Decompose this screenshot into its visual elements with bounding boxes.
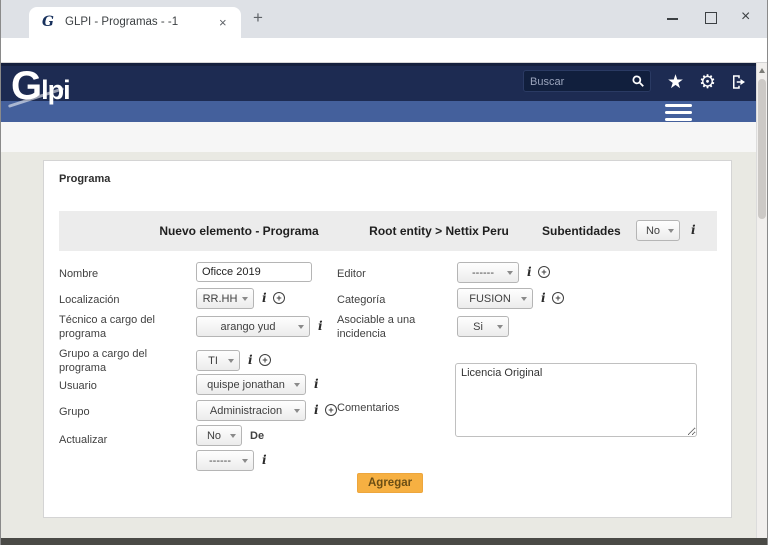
localizacion-value: RR.HH	[203, 293, 238, 305]
grupo-value: Administracion	[210, 405, 282, 417]
glpi-subheader	[1, 101, 756, 122]
tecnico-info-icon[interactable]: i	[318, 319, 323, 333]
browser-window: G GLPI - Programas - -1 × + × ← → ↻ i lo…	[0, 0, 768, 545]
entity-path[interactable]: Root entity > Nettix Peru	[359, 224, 519, 238]
saved-searches-star-icon[interactable]: ★	[667, 71, 684, 94]
tecnico-value: arango yud	[220, 321, 275, 333]
tab-close-icon[interactable]: ×	[219, 15, 227, 30]
editor-info-icon[interactable]: i	[527, 265, 532, 279]
usuario-dropdown[interactable]: quispe jonathan	[196, 374, 306, 395]
nombre-input[interactable]	[196, 262, 312, 282]
browser-toolbar: ← → ↻ i localhost/glpi/front/software.fo…	[1, 38, 767, 63]
usuario-info-icon[interactable]: i	[314, 377, 319, 391]
actualizar-label: Actualizar	[59, 433, 107, 447]
window-minimize-button[interactable]	[667, 18, 678, 20]
actualizar-info-icon[interactable]: i	[262, 453, 267, 467]
dropdown-caret-icon	[668, 229, 674, 233]
window-maximize-button[interactable]	[705, 12, 717, 24]
dropdown-caret-icon	[230, 434, 236, 438]
browser-tab[interactable]: G GLPI - Programas - -1 ×	[29, 7, 241, 38]
form-section-title: Programa	[59, 173, 110, 185]
tecnico-dropdown[interactable]: arango yud	[196, 316, 310, 337]
nombre-label: Nombre	[59, 267, 98, 281]
grupo-label: Grupo	[59, 405, 90, 419]
scrollbar-thumb[interactable]	[758, 79, 766, 219]
editor-label: Editor	[337, 267, 366, 281]
subentities-label: Subentidades	[542, 224, 621, 238]
editor-dropdown[interactable]: ------	[457, 262, 519, 283]
asociable-label: Asociable a una incidencia	[337, 313, 432, 342]
subentities-dropdown[interactable]: No	[636, 220, 680, 241]
page-content: Programa Nuevo elemento - Programa Root …	[1, 152, 756, 538]
asociable-value: Si	[473, 321, 483, 333]
window-close-button[interactable]: ×	[741, 8, 750, 26]
glpi-logo[interactable]: Glpi	[11, 64, 70, 109]
categoria-dropdown[interactable]: FUSION	[457, 288, 533, 309]
actualizar-de-label: De	[250, 429, 264, 443]
subentities-value: No	[646, 225, 660, 237]
grupo-info-icon[interactable]: i	[314, 403, 319, 417]
dropdown-caret-icon	[294, 383, 300, 387]
grupo-cargo-add-icon[interactable]: +	[259, 354, 271, 366]
dropdown-caret-icon	[242, 297, 248, 301]
agregar-button[interactable]: Agregar	[357, 473, 423, 493]
dropdown-caret-icon	[521, 297, 527, 301]
program-form-card: Programa Nuevo elemento - Programa Root …	[43, 160, 732, 518]
tab-title: GLPI - Programas - -1	[65, 16, 215, 28]
grupo-add-icon[interactable]: +	[325, 404, 337, 416]
dropdown-caret-icon	[294, 409, 300, 413]
form-header-bar: Nuevo elemento - Programa Root entity > …	[59, 211, 717, 251]
comentarios-textarea[interactable]: Licencia Original	[455, 363, 697, 437]
asociable-dropdown[interactable]: Si	[457, 316, 509, 337]
localizacion-dropdown[interactable]: RR.HH	[196, 288, 254, 309]
global-search-box[interactable]	[523, 70, 651, 92]
editor-add-icon[interactable]: +	[538, 266, 550, 278]
grupo-dropdown[interactable]: Administracion	[196, 400, 306, 421]
logo-rest: lpi	[41, 75, 70, 105]
grupo-cargo-label: Grupo a cargo del programa	[59, 347, 161, 376]
actualizar-dropdown[interactable]: No	[196, 425, 242, 446]
grupo-cargo-dropdown[interactable]: TI	[196, 350, 240, 371]
actualizar-version-value: ------	[209, 455, 231, 467]
comentarios-label: Comentarios	[337, 401, 399, 415]
dropdown-caret-icon	[228, 359, 234, 363]
dropdown-caret-icon	[298, 325, 304, 329]
localizacion-info-icon[interactable]: i	[262, 291, 267, 305]
categoria-value: FUSION	[469, 293, 511, 305]
localizacion-label: Localización	[59, 293, 120, 307]
usuario-label: Usuario	[59, 379, 97, 393]
logout-icon[interactable]	[730, 73, 748, 91]
actualizar-version-dropdown[interactable]: ------	[196, 450, 254, 471]
page-scrollbar[interactable]	[756, 63, 767, 538]
usuario-value: quispe jonathan	[207, 379, 285, 391]
grupo-cargo-value: TI	[208, 355, 218, 367]
categoria-add-icon[interactable]: +	[552, 292, 564, 304]
window-bottom-edge	[1, 538, 767, 545]
categoria-info-icon[interactable]: i	[541, 291, 546, 305]
hamburger-menu-icon[interactable]	[665, 104, 692, 121]
tab-strip: G GLPI - Programas - -1 × + ×	[1, 0, 767, 38]
tecnico-label: Técnico a cargo del programa	[59, 313, 161, 342]
scrollbar-up-arrow[interactable]	[759, 68, 765, 73]
subentities-info-icon[interactable]: i	[691, 223, 696, 237]
search-icon[interactable]	[631, 74, 645, 88]
actualizar-value: No	[207, 430, 221, 442]
categoria-label: Categoría	[337, 293, 385, 307]
dropdown-caret-icon	[242, 459, 248, 463]
settings-gear-icon[interactable]: ⚙	[699, 71, 716, 94]
localizacion-add-icon[interactable]: +	[273, 292, 285, 304]
global-search-input[interactable]	[528, 72, 628, 92]
dropdown-caret-icon	[507, 271, 513, 275]
glpi-favicon-icon: G	[42, 14, 54, 30]
grupo-cargo-info-icon[interactable]: i	[248, 353, 253, 367]
editor-value: ------	[472, 267, 494, 279]
logo-g: G	[11, 64, 41, 108]
new-tab-button[interactable]: +	[253, 8, 263, 28]
breadcrumb: Inicio Inventario Programas + Nettix Per…	[1, 122, 756, 153]
dropdown-caret-icon	[497, 325, 503, 329]
